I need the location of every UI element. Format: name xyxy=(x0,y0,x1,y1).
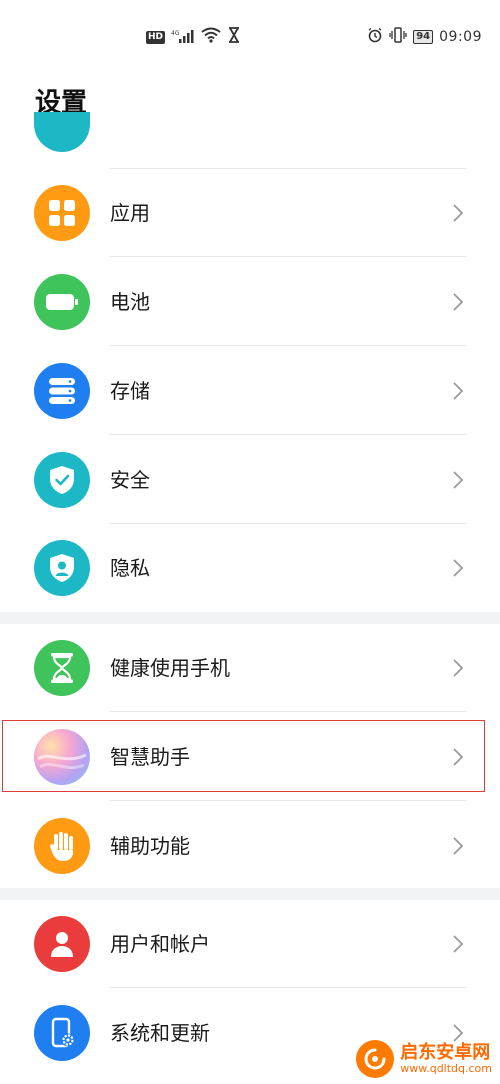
chevron-right-icon xyxy=(448,654,468,682)
settings-item-storage[interactable]: 存储 xyxy=(0,347,500,435)
status-bar: HD 4G 94 09:09 xyxy=(0,0,500,72)
settings-item-smart-assistant[interactable]: 智慧助手 xyxy=(0,713,500,801)
settings-item-label: 智慧助手 xyxy=(110,745,190,769)
settings-item-privacy[interactable]: 隐私 xyxy=(0,524,500,612)
divider xyxy=(110,800,466,801)
watermark-text: 启东安卓网 www.qdltdq.com xyxy=(400,1041,492,1075)
chevron-right-icon xyxy=(448,930,468,958)
status-left: HD 4G xyxy=(146,27,241,47)
settings-section-2: 健康使用手机 智慧助手 辅助功能 xyxy=(0,624,500,888)
apps-icon xyxy=(34,185,90,241)
hand-icon xyxy=(34,818,90,874)
chevron-right-icon xyxy=(448,377,468,405)
settings-item-digital-balance[interactable]: 健康使用手机 xyxy=(0,624,500,712)
phone-gear-icon xyxy=(34,1005,90,1061)
storage-icon xyxy=(34,363,90,419)
settings-item-label: 隐私 xyxy=(110,556,150,580)
settings-item-label: 辅助功能 xyxy=(110,834,190,858)
settings-item-label: 电池 xyxy=(110,290,150,314)
watermark-title: 启东安卓网 xyxy=(400,1041,491,1063)
settings-item-label: 安全 xyxy=(110,468,150,492)
settings-item-label: 系统和更新 xyxy=(110,1021,210,1045)
settings-item-apps[interactable]: 应用 xyxy=(0,169,500,257)
hourglass-icon xyxy=(34,640,90,696)
chevron-right-icon xyxy=(448,743,468,771)
partial-item-icon xyxy=(34,112,90,152)
settings-item-security[interactable]: 安全 xyxy=(0,436,500,524)
divider xyxy=(110,345,466,346)
watermark-logo-icon xyxy=(356,1040,395,1078)
vibrate-icon xyxy=(389,27,407,47)
battery-icon xyxy=(34,274,90,330)
signal-icon: 4G xyxy=(171,28,195,47)
chevron-right-icon xyxy=(448,288,468,316)
divider xyxy=(110,256,466,257)
assistant-gradient-icon xyxy=(34,729,90,785)
settings-section-1: 应用 电池 存储 安全 隐私 xyxy=(0,112,500,612)
status-right: 94 09:09 xyxy=(367,27,482,47)
chevron-right-icon xyxy=(448,466,468,494)
svg-text:4G: 4G xyxy=(171,30,180,37)
hourglass-icon xyxy=(227,27,241,47)
divider xyxy=(110,987,466,988)
clock: 09:09 xyxy=(439,29,482,45)
settings-item-label: 存储 xyxy=(110,379,150,403)
user-icon xyxy=(34,916,90,972)
wifi-icon xyxy=(201,27,221,47)
privacy-shield-icon xyxy=(34,540,90,596)
settings-item-label: 应用 xyxy=(110,201,150,225)
watermark-url: www.qdltdq.com xyxy=(400,1061,492,1075)
chevron-right-icon xyxy=(448,832,468,860)
hd-icon: HD xyxy=(146,30,166,44)
settings-item-users-accounts[interactable]: 用户和帐户 xyxy=(0,900,500,988)
settings-item-accessibility[interactable]: 辅助功能 xyxy=(0,802,500,890)
settings-item-label: 用户和帐户 xyxy=(110,932,210,956)
shield-check-icon xyxy=(34,452,90,508)
battery-icon: 94 xyxy=(413,30,434,44)
alarm-icon xyxy=(367,27,383,47)
divider xyxy=(110,711,466,712)
settings-item-battery[interactable]: 电池 xyxy=(0,258,500,346)
chevron-right-icon xyxy=(448,199,468,227)
watermark: 启东安卓网 www.qdltdq.com xyxy=(356,1040,492,1078)
chevron-right-icon xyxy=(448,554,468,582)
divider xyxy=(110,434,466,435)
settings-item-label: 健康使用手机 xyxy=(110,656,230,680)
